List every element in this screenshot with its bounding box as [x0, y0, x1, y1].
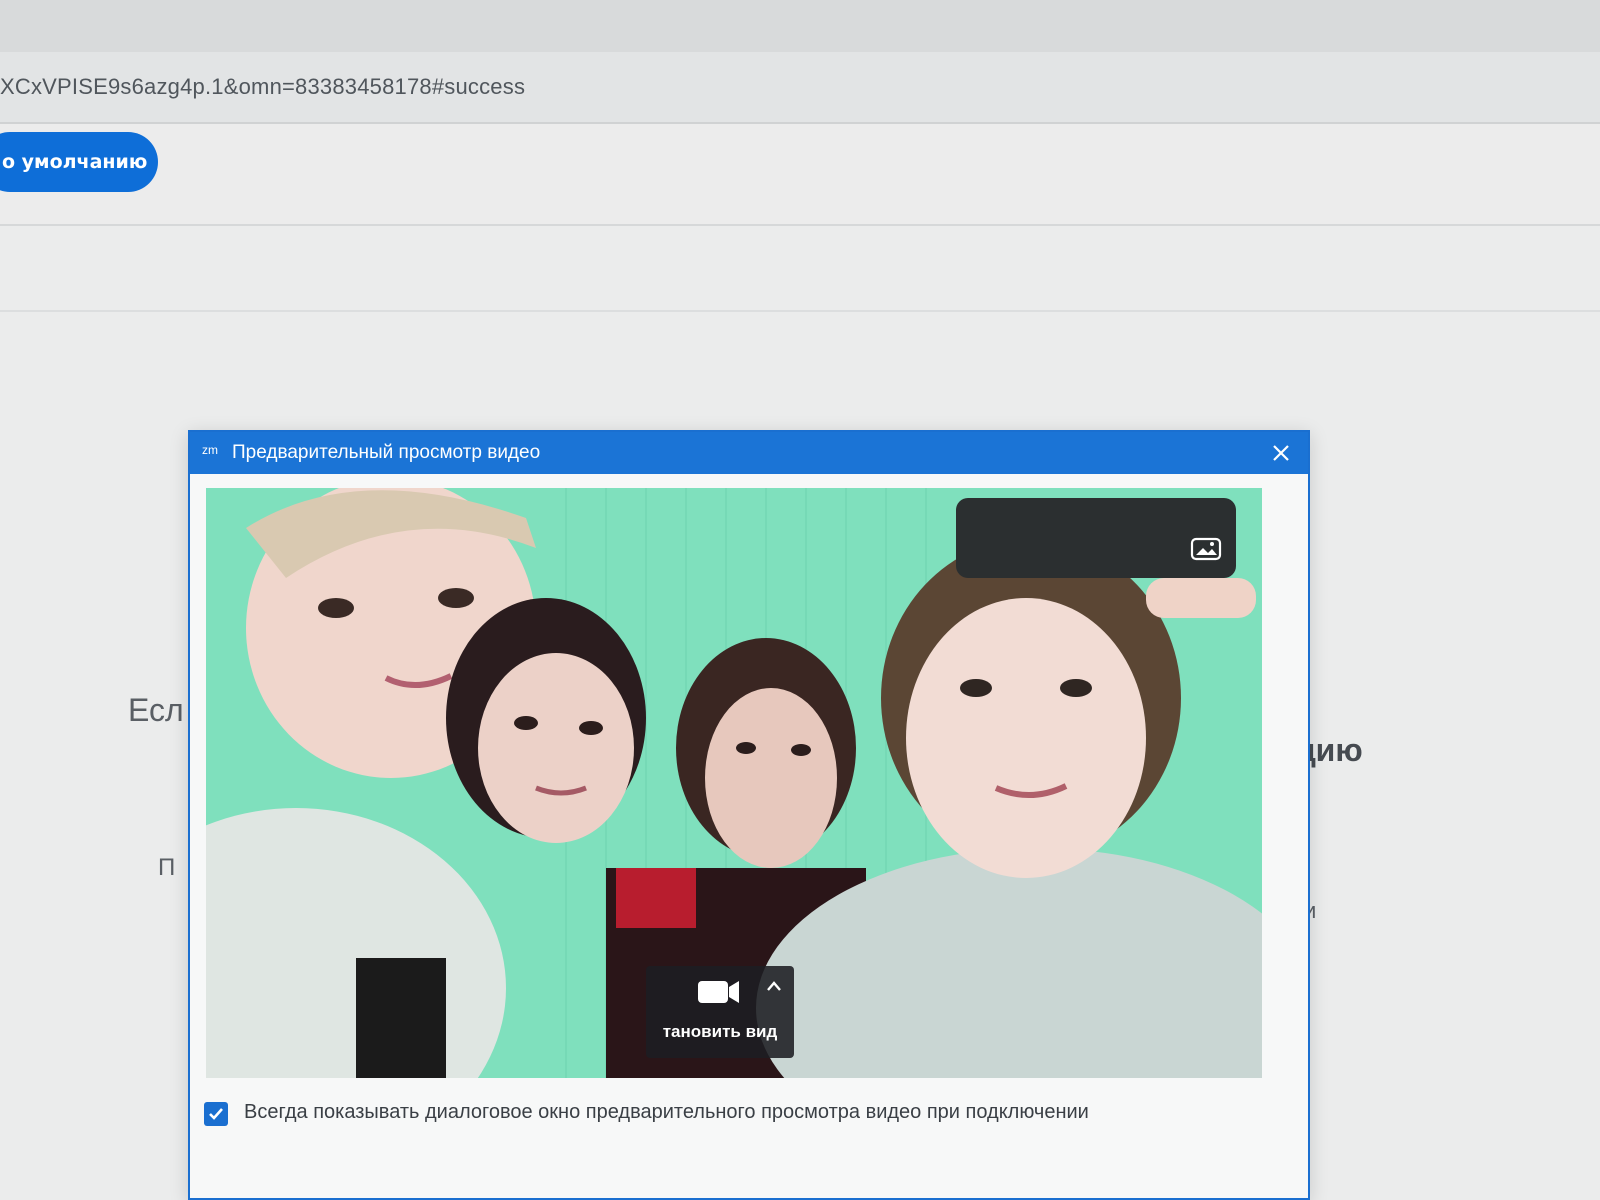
browser-top-bar	[0, 0, 1600, 52]
chevron-up-icon[interactable]	[766, 980, 782, 992]
video-camera-icon[interactable]	[696, 978, 742, 1006]
address-url[interactable]: XCxVPISE9s6azg4p.1&omn=83383458178#succe…	[0, 74, 525, 100]
page-heading-fragment-left: Есл	[128, 692, 184, 728]
page-toolbar: о умолчанию	[0, 124, 1600, 226]
video-preview: тановить вид	[206, 488, 1262, 1078]
camera-control-label[interactable]: тановить вид	[646, 1022, 794, 1042]
always-show-preview-option[interactable]: Всегда показывать диалоговое окно предва…	[204, 1096, 1264, 1166]
content-divider	[0, 310, 1600, 312]
checkmark-icon	[209, 1108, 223, 1120]
close-button[interactable]	[1266, 438, 1296, 468]
close-icon	[1273, 445, 1289, 461]
always-show-preview-checkbox[interactable]	[204, 1102, 228, 1126]
dialog-title: Предварительный просмотр видео	[232, 442, 541, 463]
video-preview-dialog: zm Предварительный просмотр видео танови…	[188, 430, 1310, 1200]
camera-control[interactable]: тановить вид	[646, 966, 794, 1058]
picture-icon[interactable]	[1190, 536, 1222, 562]
default-button[interactable]: о умолчанию	[0, 132, 158, 192]
zoom-logo-icon: zm	[202, 443, 218, 457]
page-text-fragment-left: П	[158, 854, 176, 881]
dialog-title-bar[interactable]: zm Предварительный просмотр видео	[190, 432, 1308, 474]
always-show-preview-label: Всегда показывать диалоговое окно предва…	[244, 1101, 1089, 1123]
address-bar[interactable]: XCxVPISE9s6azg4p.1&omn=83383458178#succe…	[0, 52, 1600, 124]
